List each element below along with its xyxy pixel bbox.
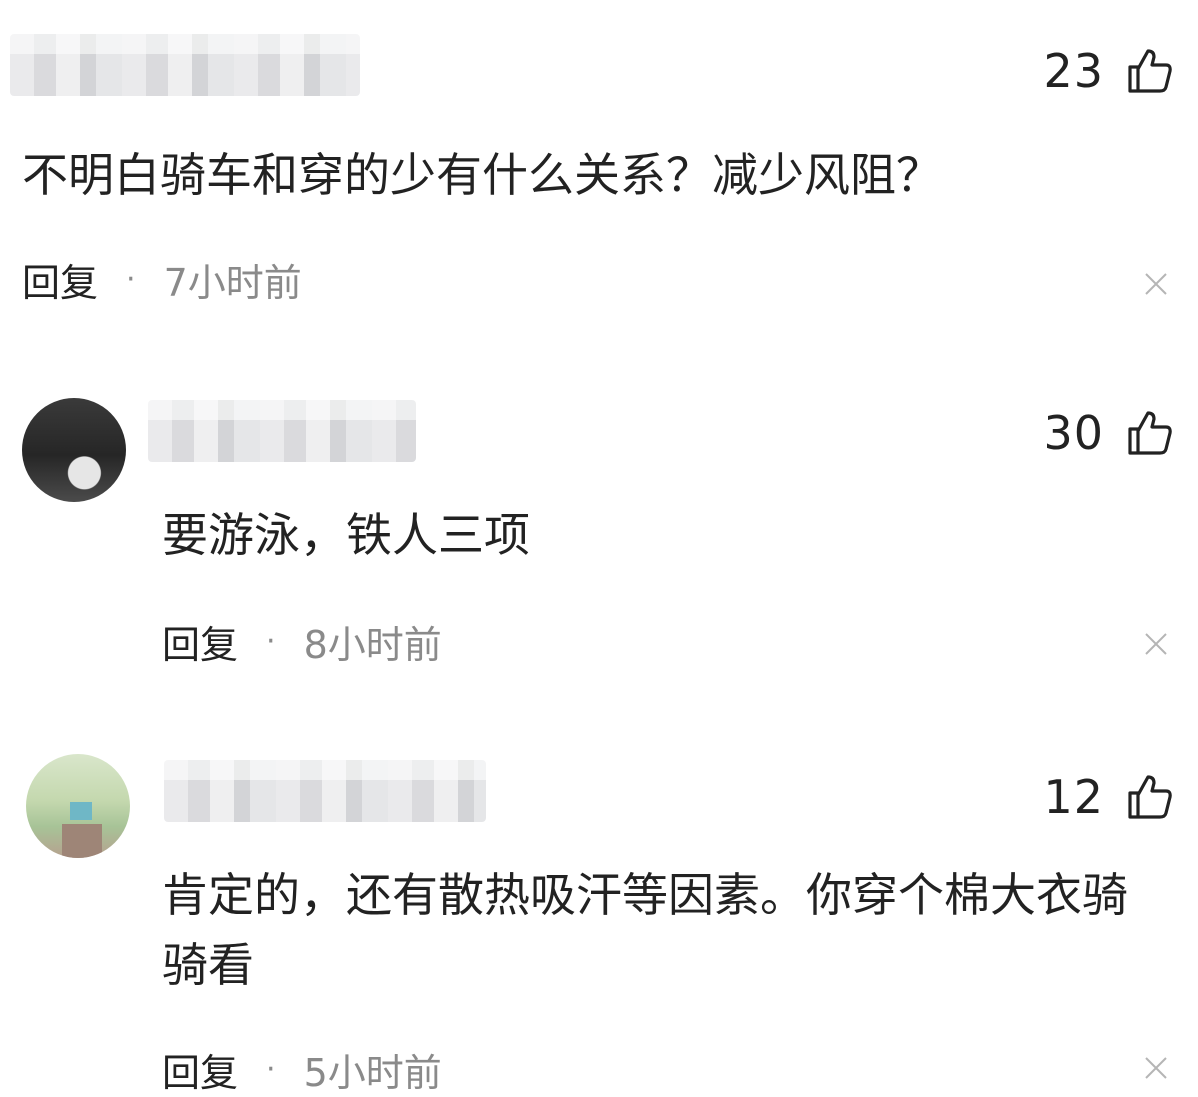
reply-button[interactable]: 回复 — [22, 252, 98, 307]
timestamp: 7小时前 — [163, 261, 302, 305]
timestamp: 8小时前 — [303, 623, 442, 667]
thumbs-up-icon[interactable] — [1126, 47, 1174, 95]
thumbs-up-icon[interactable] — [1126, 409, 1174, 457]
avatar[interactable] — [26, 754, 130, 858]
username-blurred[interactable] — [148, 400, 416, 462]
thumbs-up-icon[interactable] — [1126, 773, 1174, 821]
close-icon[interactable] — [1144, 1056, 1168, 1080]
comment-meta: 回复 · 7小时前 — [22, 252, 302, 307]
like-control[interactable]: 30 — [1043, 406, 1174, 460]
username-blurred[interactable] — [10, 34, 360, 96]
close-icon[interactable] — [1144, 632, 1168, 656]
separator-dot: · — [126, 262, 136, 297]
username-blurred[interactable] — [164, 760, 486, 822]
like-count: 12 — [1043, 770, 1104, 824]
comment-meta: 回复 · 5小时前 — [162, 1042, 442, 1097]
like-control[interactable]: 12 — [1043, 770, 1174, 824]
like-count: 30 — [1043, 406, 1104, 460]
avatar[interactable] — [22, 398, 126, 502]
like-count: 23 — [1043, 44, 1104, 98]
comment-meta: 回复 · 8小时前 — [162, 614, 442, 669]
timestamp: 5小时前 — [303, 1051, 442, 1095]
separator-dot: · — [266, 624, 276, 659]
like-control[interactable]: 23 — [1043, 44, 1174, 98]
comment-text: 不明白骑车和穿的少有什么关系？减少风阻？ — [22, 148, 942, 202]
comment-text: 要游泳，铁人三项 — [162, 508, 530, 562]
comment-item: 30 要游泳，铁人三项 回复 · 8小时前 — [0, 330, 1198, 690]
comment-item: 23 不明白骑车和穿的少有什么关系？减少风阻？ 回复 · 7小时前 — [0, 0, 1198, 330]
reply-button[interactable]: 回复 — [162, 1042, 238, 1097]
reply-button[interactable]: 回复 — [162, 614, 238, 669]
separator-dot: · — [266, 1052, 276, 1087]
close-icon[interactable] — [1144, 272, 1168, 296]
comment-text: 肯定的，还有散热吸汗等因素。你穿个棉大衣骑骑看 — [162, 868, 1128, 992]
comment-item: 12 肯定的，还有散热吸汗等因素。你穿个棉大衣骑骑看 回复 · 5小时前 — [0, 690, 1198, 1095]
